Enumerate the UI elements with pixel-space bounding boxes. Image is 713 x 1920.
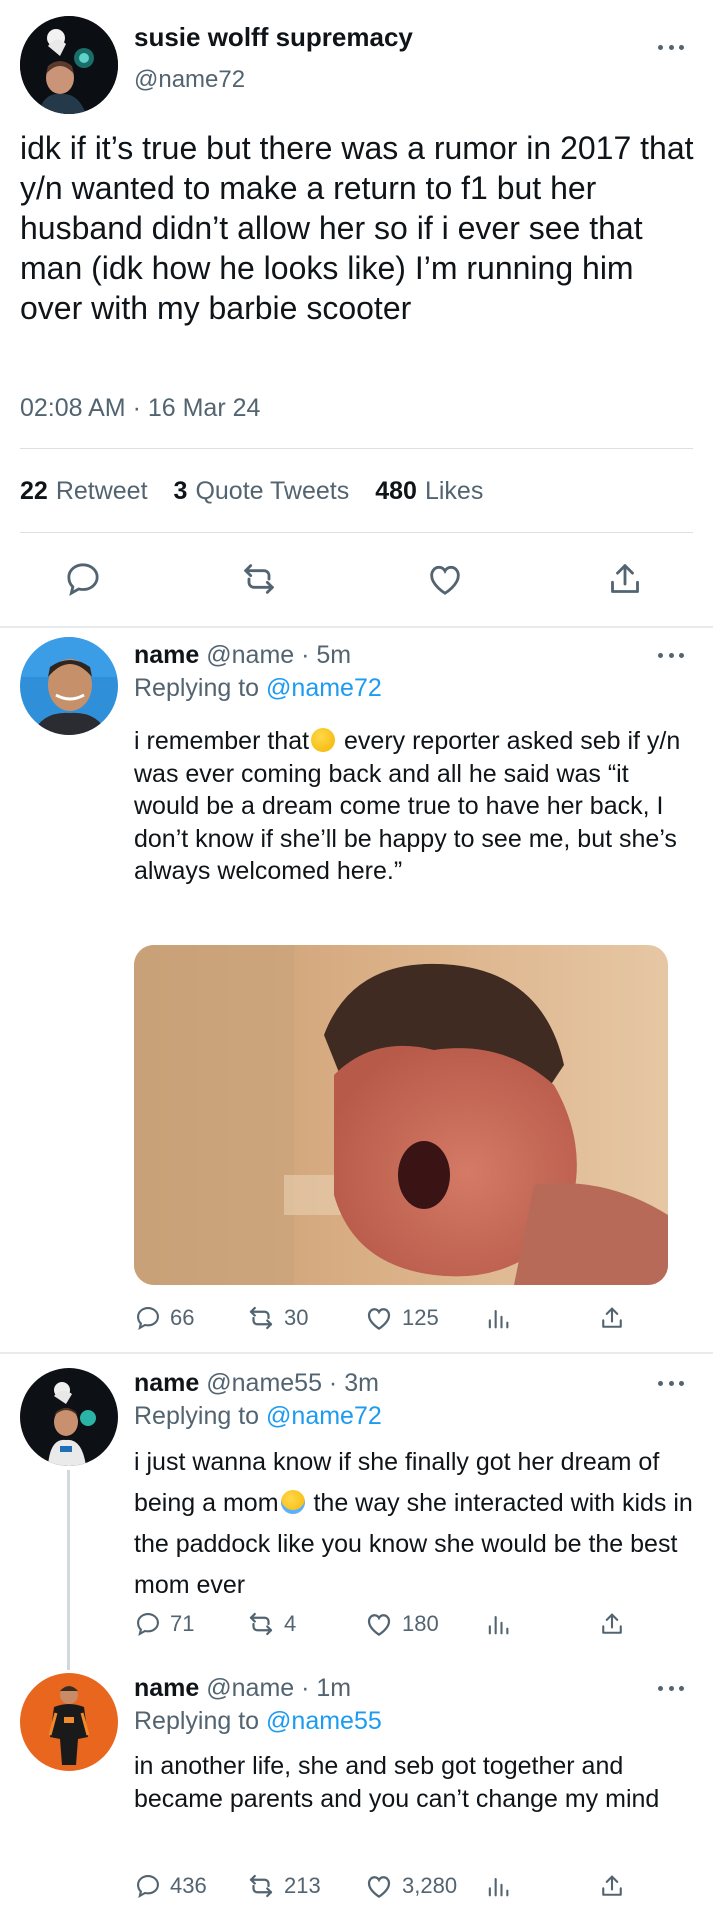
- replying-to: Replying to @name72: [134, 1402, 382, 1430]
- reply-button[interactable]: 436: [134, 1868, 207, 1904]
- reply-icon: [137, 1307, 159, 1331]
- reply-text: i just wanna know if she finally got her…: [134, 1448, 693, 1599]
- section-divider: [0, 626, 713, 628]
- views-icon: [488, 1615, 509, 1635]
- reply-author[interactable]: name @name · 5m: [134, 641, 351, 670]
- reply-button[interactable]: 66: [134, 1300, 194, 1336]
- replying-to: Replying to @name55: [134, 1707, 382, 1735]
- reply-button[interactable]: 71: [134, 1606, 194, 1642]
- share-icon: [602, 1875, 622, 1896]
- main-handle[interactable]: @name72: [134, 66, 245, 94]
- likes-stat[interactable]: 480 Likes: [375, 477, 483, 506]
- retweet-icon: [249, 1306, 273, 1330]
- mention-link[interactable]: @name55: [266, 1707, 382, 1735]
- face-holding-back-tears-icon: [311, 728, 336, 752]
- main-tweet-text: idk if it’s true but there was a rumor i…: [20, 130, 694, 326]
- share-button[interactable]: [598, 1606, 626, 1642]
- views-button[interactable]: [484, 1868, 512, 1904]
- reply-avatar[interactable]: [20, 1368, 118, 1466]
- retweet-button[interactable]: 213: [246, 1868, 321, 1904]
- more-icon[interactable]: [658, 1683, 684, 1693]
- reply-action-bar: 436 213 3,280: [134, 1868, 634, 1904]
- main-action-bar: [0, 556, 713, 606]
- mention-link[interactable]: @name72: [266, 674, 382, 702]
- reply-action-bar: 71 4 180: [134, 1606, 634, 1642]
- like-icon: [367, 1876, 391, 1898]
- reply-icon: [137, 1613, 159, 1637]
- reply-author[interactable]: name @name · 1m: [134, 1674, 351, 1703]
- like-button[interactable]: 125: [364, 1300, 439, 1336]
- retweet-icon: [249, 1874, 273, 1898]
- loudly-crying-face-icon: [280, 1490, 305, 1514]
- reply-text: in another life, she and seb got togethe…: [134, 1752, 660, 1813]
- like-button[interactable]: 180: [364, 1606, 439, 1642]
- retweet-button[interactable]: 4: [246, 1606, 296, 1642]
- reply-action-bar: 66 30 125: [134, 1300, 634, 1336]
- retweets-stat[interactable]: 22 Retweet: [20, 477, 148, 506]
- views-icon: [488, 1877, 509, 1897]
- like-icon: [367, 1308, 391, 1330]
- reply-media-image[interactable]: [134, 945, 668, 1285]
- main-display-name[interactable]: susie wolff supremacy: [134, 22, 413, 53]
- section-divider: [0, 1352, 713, 1354]
- main-timestamp[interactable]: 02:08 AM · 16 Mar 24: [20, 394, 260, 423]
- share-icon: [602, 1613, 622, 1634]
- share-icon: [602, 1307, 622, 1328]
- replying-to: Replying to @name72: [134, 674, 382, 702]
- reply-avatar[interactable]: [20, 1673, 118, 1771]
- reply-author[interactable]: name @name55 · 3m: [134, 1369, 379, 1398]
- retweet-icon: [249, 1612, 273, 1636]
- tweet-stats: 22 Retweet 3 Quote Tweets 480 Likes: [20, 477, 483, 506]
- divider: [20, 448, 693, 449]
- more-icon[interactable]: [658, 1378, 684, 1388]
- reply-text: i remember that every reporter asked seb…: [134, 727, 681, 885]
- share-icon[interactable]: [602, 556, 648, 602]
- like-icon: [367, 1614, 391, 1636]
- retweet-icon[interactable]: [236, 556, 282, 602]
- reply-avatar[interactable]: [20, 637, 118, 735]
- main-avatar[interactable]: [20, 16, 118, 114]
- reply-icon: [137, 1875, 159, 1899]
- divider: [20, 532, 693, 533]
- mention-link[interactable]: @name72: [266, 1402, 382, 1430]
- reply-icon[interactable]: [60, 556, 106, 602]
- share-button[interactable]: [598, 1300, 626, 1336]
- quotes-stat[interactable]: 3 Quote Tweets: [174, 477, 350, 506]
- views-button[interactable]: [484, 1606, 512, 1642]
- thread-connector-line: [67, 1470, 70, 1670]
- more-icon[interactable]: [658, 650, 684, 660]
- views-icon: [488, 1309, 509, 1329]
- views-button[interactable]: [484, 1300, 512, 1336]
- retweet-button[interactable]: 30: [246, 1300, 308, 1336]
- share-button[interactable]: [598, 1868, 626, 1904]
- like-button[interactable]: 3,280: [364, 1868, 457, 1904]
- main-tweet: susie wolff supremacy @name72 idk if it’…: [0, 0, 713, 627]
- more-icon[interactable]: [658, 42, 684, 52]
- like-icon[interactable]: [422, 556, 468, 602]
